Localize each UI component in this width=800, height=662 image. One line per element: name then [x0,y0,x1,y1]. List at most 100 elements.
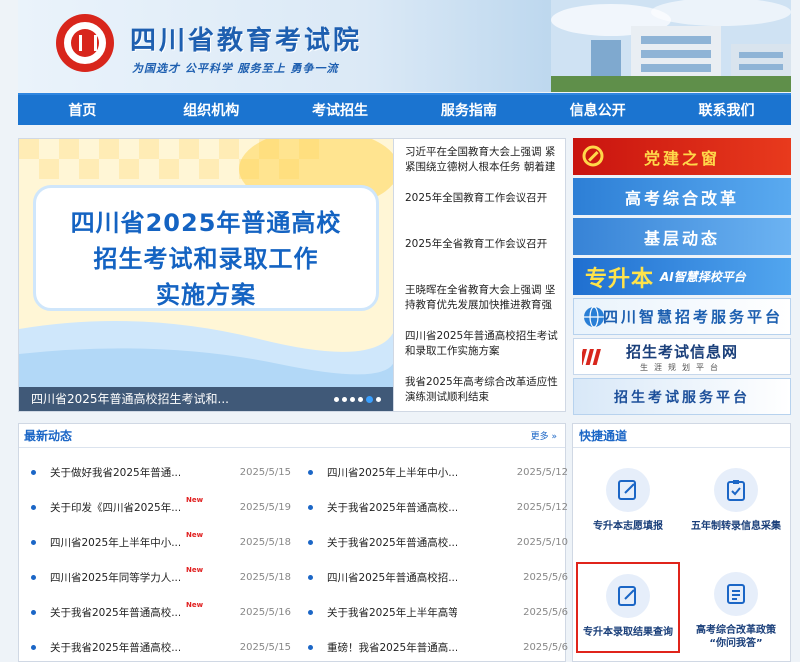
edit-icon [606,468,650,512]
site-title: 四川省教育考试院 [130,26,363,56]
banner-line-1: 四川省2025年普通高校 [70,209,342,237]
news-item-date: 2025/5/19 [239,502,291,513]
news-item[interactable]: 四川省2025年普通高校招... 2025/5/6 [308,560,568,595]
news-item-date: 2025/5/15 [239,467,291,478]
nav-info-disclosure[interactable]: 信息公开 [533,95,662,125]
new-badge: New [186,566,204,574]
nav-service-guide[interactable]: 服务指南 [404,95,533,125]
news-item[interactable]: 关于我省2025年普通高校... 2025/5/15 [31,630,291,662]
news-item-title[interactable]: 关于我省2025年上半年高等... [327,605,457,620]
building-image [551,0,791,92]
quick-five-year-info[interactable]: 五年制转录信息采集 [684,468,788,533]
bullet-icon [31,645,36,650]
news-item[interactable]: 四川省2025年同等学力人... New 2025/5/18 [31,560,291,595]
news-column-left: 关于做好我省2025年普通... 2025/5/15 关于印发《四川省2025年..… [31,455,291,662]
bullet-icon [308,645,313,650]
news-item-date: 2025/5/6 [523,642,568,653]
news-item-title[interactable]: 四川省2025年上半年中小... [327,465,457,480]
slider-dot-active[interactable] [366,396,373,403]
bullet-icon [31,575,36,580]
latest-news-panel: 最新动态 更多 » 关于做好我省2025年普通... 2025/5/15 关于印发《… [18,423,568,662]
slider-dot[interactable] [350,397,355,402]
banner-grassroots[interactable]: 基层动态 [573,218,791,255]
news-item-title[interactable]: 四川省2025年同等学力人... [50,570,180,585]
headline-item[interactable]: 2025年全国教育工作会议召开 [405,191,561,206]
news-item-date: 2025/5/12 [516,502,568,513]
news-item[interactable]: 关于印发《四川省2025年... New 2025/5/19 [31,490,291,525]
main-nav: 首页 组织机构 考试招生 服务指南 信息公开 联系我们 [18,93,791,125]
news-item-title[interactable]: 关于我省2025年普通高校... [327,500,457,515]
slider-dot[interactable] [376,397,381,402]
news-item[interactable]: 关于我省2025年普通高校... 2025/5/12 [308,490,568,525]
news-column-right: 四川省2025年上半年中小... 2025/5/12 关于我省2025年普通高校..… [308,455,568,662]
news-item-title[interactable]: 关于印发《四川省2025年... [50,500,180,515]
news-item-title[interactable]: 关于我省2025年普通高校... [50,640,180,655]
side-banner-list: 党建之窗 高考综合改革 基层动态 专升本 AI智慧择校平台 四川智慧招考服务平台… [573,138,791,418]
banner-smart-exam-platform[interactable]: 四川智慧招考服务平台 [573,298,791,335]
quick-access-panel: 快捷通道 专升本志愿填报 五年制转录信息采集 专升本录取结果查询 高考综合改革政… [572,423,791,662]
headline-item[interactable]: 习近平在全国教育大会上强调 紧紧围绕立德树人根本任务 朝着建成... [405,145,561,175]
banner-party-building[interactable]: 党建之窗 [573,138,791,175]
slider-dots [334,396,381,403]
new-badge: New [186,496,204,504]
news-item-title[interactable]: 重磅！我省2025年普通高... [327,640,457,655]
headline-item[interactable]: 2025年全省教育工作会议召开 [405,237,561,252]
bullet-icon [31,505,36,510]
news-item-title[interactable]: 四川省2025年上半年中小... [50,535,180,550]
news-item[interactable]: 关于做好我省2025年普通... 2025/5/15 [31,455,291,490]
news-item-title[interactable]: 关于做好我省2025年普通... [50,465,180,480]
nav-exams[interactable]: 考试招生 [276,95,405,125]
news-item-date: 2025/5/6 [523,607,568,618]
site-header: 四川省教育考试院 为国选才 公平科学 服务至上 勇争一流 [18,0,791,92]
document-icon [714,572,758,616]
news-item[interactable]: 关于我省2025年普通高校... New 2025/5/16 [31,595,291,630]
news-item-date: 2025/5/16 [239,607,291,618]
bullet-icon [308,575,313,580]
news-item-date: 2025/5/6 [523,572,568,583]
nav-home[interactable]: 首页 [18,95,147,125]
news-item[interactable]: 四川省2025年上半年中小... 2025/5/12 [308,455,568,490]
banner-exam-service-platform[interactable]: 招生考试服务平台 [573,378,791,415]
news-item[interactable]: 重磅！我省2025年普通高... 2025/5/6 [308,630,568,662]
more-link[interactable]: 更多 » [531,429,557,442]
quick-zsb-result-query[interactable]: 专升本录取结果查询 [576,562,680,653]
headline-item[interactable]: 四川省2025年普通高校招生考试和录取工作实施方案 [405,329,561,359]
slider-dot[interactable] [334,397,339,402]
site-logo[interactable] [56,14,114,72]
banner-slider[interactable]: 四川省2025年普通高校 招生考试和录取工作 实施方案 四川省2025年普通高校… [18,138,394,412]
news-item-title[interactable]: 关于我省2025年普通高校... [50,605,180,620]
bullet-icon [308,610,313,615]
news-item[interactable]: 四川省2025年上半年中小... New 2025/5/18 [31,525,291,560]
news-item[interactable]: 关于我省2025年普通高校... 2025/5/10 [308,525,568,560]
banner-zsb-ai[interactable]: 专升本 AI智慧择校平台 [573,258,791,295]
nav-contact[interactable]: 联系我们 [662,95,791,125]
site-slogan: 为国选才 公平科学 服务至上 勇争一流 [132,62,339,75]
headline-list: 习近平在全国教育大会上强调 紧紧围绕立德树人根本任务 朝着建成... 2025年… [394,138,566,412]
quick-gaokao-faq[interactable]: 高考综合改革政策 “你问我答” [684,572,788,650]
news-item-title[interactable]: 关于我省2025年普通高校... [327,535,457,550]
bullet-icon [308,540,313,545]
bullet-icon [31,540,36,545]
news-item-date: 2025/5/12 [516,467,568,478]
news-item-title[interactable]: 四川省2025年普通高校招... [327,570,457,585]
banner-line-3: 实施方案 [156,281,256,309]
clipboard-icon [714,468,758,512]
banner-exam-info-network[interactable]: 招生考试信息网 生涯规划平台 [573,338,791,375]
stripes-logo-icon [582,349,601,365]
banner-line-2: 招生考试和录取工作 [93,245,319,273]
slider-dot[interactable] [342,397,347,402]
banner-gaokao-reform[interactable]: 高考综合改革 [573,178,791,215]
hammer-sickle-icon [582,145,604,167]
slider-dot[interactable] [358,397,363,402]
globe-icon [584,306,604,328]
news-item-date: 2025/5/10 [516,537,568,548]
news-item-date: 2025/5/18 [239,537,291,548]
bullet-icon [31,470,36,475]
headline-item[interactable]: 我省2025年高考综合改革适应性演练测试顺利结束 [405,375,561,405]
edit-icon [606,574,650,618]
bullet-icon [308,470,313,475]
nav-organization[interactable]: 组织机构 [147,95,276,125]
quick-zsb-application[interactable]: 专升本志愿填报 [576,468,680,533]
headline-item[interactable]: 王晓晖在全省教育大会上强调 坚持教育优先发展加快推进教育强省... [405,283,561,313]
news-item[interactable]: 关于我省2025年上半年高等... 2025/5/6 [308,595,568,630]
